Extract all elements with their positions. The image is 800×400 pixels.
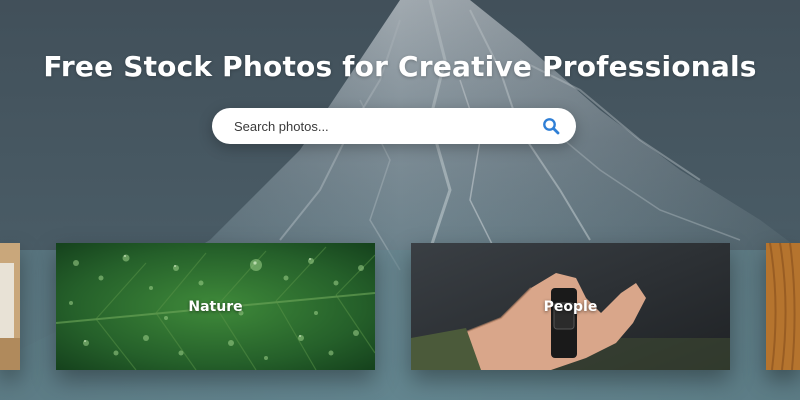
desk-photo (0, 243, 20, 370)
category-card-partial-right[interactable] (766, 243, 800, 370)
search-bar (212, 108, 576, 144)
category-card-nature[interactable]: Nature (56, 243, 375, 370)
search-icon (543, 118, 560, 135)
search-input[interactable] (234, 118, 540, 134)
search-button[interactable] (540, 115, 562, 137)
category-card-partial-left[interactable] (0, 243, 20, 370)
wood-photo (766, 243, 800, 370)
category-label-people: People (543, 298, 598, 315)
category-label-nature: Nature (188, 298, 243, 315)
page-headline: Free Stock Photos for Creative Professio… (43, 50, 757, 83)
category-card-people[interactable]: People (411, 243, 730, 370)
